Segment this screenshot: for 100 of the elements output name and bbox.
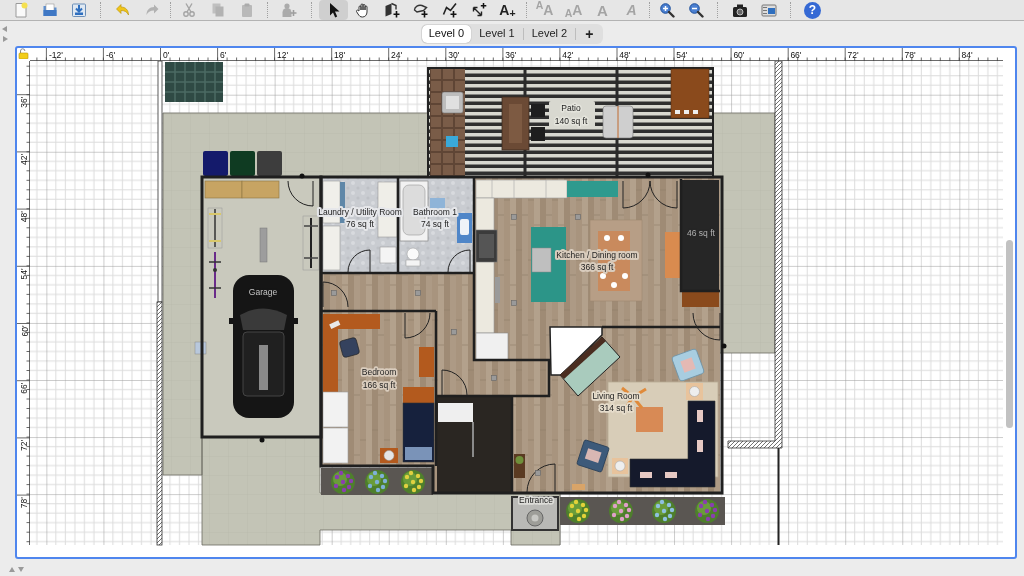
lock-icon[interactable] <box>18 48 29 59</box>
light-icon <box>721 343 727 349</box>
collapse-left-icon[interactable] <box>2 26 8 32</box>
bed-icon <box>402 402 435 463</box>
door-icon <box>622 180 678 209</box>
undo-icon <box>114 2 131 18</box>
rug-icon <box>567 181 618 197</box>
chair-icon <box>531 127 545 141</box>
ruler-label: 6' <box>220 49 227 60</box>
room-area: 314 sq ft <box>599 403 633 413</box>
light-icon <box>645 172 651 178</box>
ruler-label: 36' <box>19 96 30 108</box>
expand-right-icon[interactable] <box>2 36 8 42</box>
ruler-label: 42' <box>19 153 30 165</box>
cooler-icon <box>446 136 458 147</box>
zoom-in-icon <box>658 2 675 18</box>
plant-stand-icon <box>514 454 525 478</box>
door-icon <box>347 249 371 273</box>
grill-icon <box>441 91 464 114</box>
ruler-label: 84' <box>961 49 973 60</box>
dimension-plus-icon <box>470 2 487 18</box>
table-icon <box>501 96 530 151</box>
bin-icon <box>203 151 228 176</box>
bicycle-icon <box>208 251 222 299</box>
lounger-icon <box>670 68 710 119</box>
table-icon <box>602 105 634 139</box>
page-icon <box>12 2 29 18</box>
ruler-label: 30' <box>448 49 460 60</box>
ruler-label: 66' <box>19 382 30 394</box>
plant-icon <box>566 499 590 523</box>
door-icon <box>322 281 349 308</box>
ruler-label: 48' <box>19 211 30 223</box>
ruler-label: 72' <box>19 439 30 451</box>
fridge-icon <box>475 332 509 361</box>
plant-icon <box>695 499 719 523</box>
door-icon <box>526 463 556 493</box>
basket-icon <box>380 448 398 463</box>
room-area: 46 sq ft <box>687 228 715 238</box>
ceiling-light-icon <box>451 329 457 335</box>
sink-icon <box>379 246 397 264</box>
shelf-icon <box>204 180 243 199</box>
level-tab[interactable]: Level 0 <box>421 24 472 43</box>
door-icon <box>447 249 471 273</box>
ruler-label: 60' <box>733 49 745 60</box>
sink-icon <box>457 213 472 243</box>
ruler-label: 54' <box>676 49 688 60</box>
ceiling-light-icon <box>535 470 541 476</box>
ceiling-light-icon <box>511 300 517 306</box>
ruler-label: 42' <box>562 49 574 60</box>
plant-icon <box>652 499 676 523</box>
room-area: 74 sq ft <box>421 219 449 229</box>
oven-icon <box>495 277 500 303</box>
door-icon <box>692 312 721 341</box>
level-tab[interactable]: Level 2 <box>523 24 576 43</box>
chair-icon <box>531 104 545 117</box>
sofa-icon <box>629 400 716 488</box>
scrollbar-thumb[interactable] <box>1006 240 1013 428</box>
ruler-label: 78' <box>19 497 30 509</box>
ruler-label: 60' <box>19 325 30 337</box>
add-level-button[interactable]: + <box>576 24 603 43</box>
room-area: 76 sq ft <box>346 219 374 229</box>
bicycle-icon <box>207 207 223 249</box>
ruler-label: -12' <box>48 49 63 60</box>
room-area: 366 sq ft <box>580 262 614 272</box>
armchair-icon <box>576 439 610 473</box>
coffee-table-icon <box>636 407 663 432</box>
ceiling-light-icon <box>575 214 581 220</box>
ruler-label: 72' <box>847 49 859 60</box>
ruler-label: 18' <box>334 49 346 60</box>
chair-icon <box>338 336 361 359</box>
scissors-icon <box>180 2 197 18</box>
panel-icon <box>194 341 207 355</box>
dresser-icon <box>419 347 434 377</box>
select-button[interactable] <box>319 0 348 20</box>
ruler-label: 48' <box>619 49 631 60</box>
bin-icon <box>230 151 255 176</box>
cabinet-icon <box>682 292 719 307</box>
ceiling-light-icon <box>415 290 421 296</box>
polyline-plus-icon <box>441 2 458 18</box>
help-button[interactable]: ? <box>804 1 821 19</box>
ruler-label: 78' <box>904 49 916 60</box>
bath-mat-icon <box>430 198 445 210</box>
shelf-icon <box>241 180 280 199</box>
wardrobe-icon <box>322 391 349 428</box>
counter-icon <box>438 403 473 422</box>
arrow-up-icon[interactable] <box>9 567 15 572</box>
add-text-button[interactable]: A$_{+}$ <box>493 0 522 20</box>
door-icon <box>287 180 314 207</box>
room-name: Garage <box>248 287 278 297</box>
level-tab[interactable]: Level 1 <box>471 24 523 43</box>
armchair-icon <box>670 347 706 383</box>
corner-cabinet-icon <box>549 326 603 376</box>
nightstand-icon <box>403 387 434 403</box>
toilet-icon <box>405 247 421 267</box>
plant-icon <box>401 470 425 494</box>
ruler-label: 12' <box>277 49 289 60</box>
ruler-label: 0' <box>163 49 170 60</box>
stove-icon <box>475 229 498 263</box>
plant-icon <box>365 470 389 494</box>
arrow-down-icon[interactable] <box>18 567 24 572</box>
